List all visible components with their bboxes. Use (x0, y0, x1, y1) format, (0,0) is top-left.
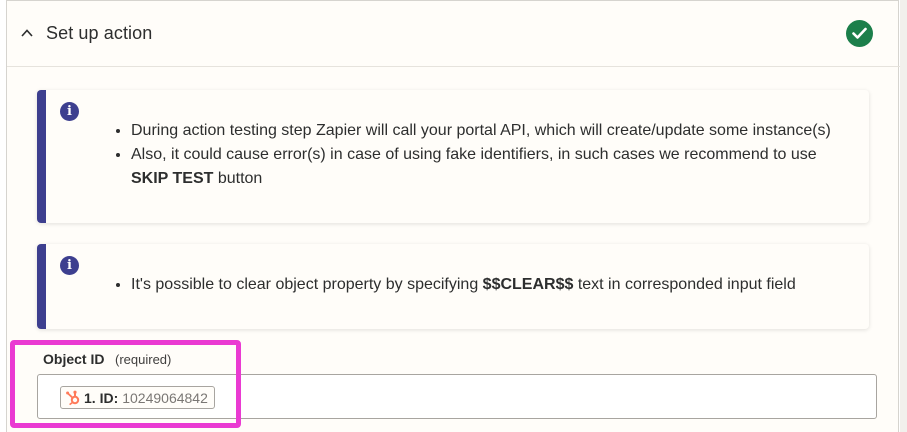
info-list: It's possible to clear object property b… (131, 273, 851, 297)
info-list: During action testing step Zapier will c… (131, 119, 851, 191)
info-box-clear: i It's possible to clear object property… (37, 244, 869, 329)
chevron-up-icon[interactable] (21, 27, 33, 39)
list-item: Also, it could cause error(s) in case of… (131, 143, 851, 191)
section-header[interactable]: Set up action (7, 1, 900, 67)
list-item: It's possible to clear object property b… (131, 273, 851, 297)
skip-test-emphasis: SKIP TEST (131, 170, 214, 187)
annotation-highlight-box (10, 340, 241, 428)
info-icon: i (60, 102, 79, 121)
list-item: During action testing step Zapier will c… (131, 119, 851, 143)
section-title: Set up action (46, 23, 153, 43)
scrollbar-track[interactable] (900, 0, 907, 432)
info-icon: i (60, 256, 79, 275)
clear-token-emphasis: $$CLEAR$$ (482, 276, 574, 293)
check-circle-icon (846, 20, 873, 47)
info-box-testing: i During action testing step Zapier will… (37, 90, 869, 223)
